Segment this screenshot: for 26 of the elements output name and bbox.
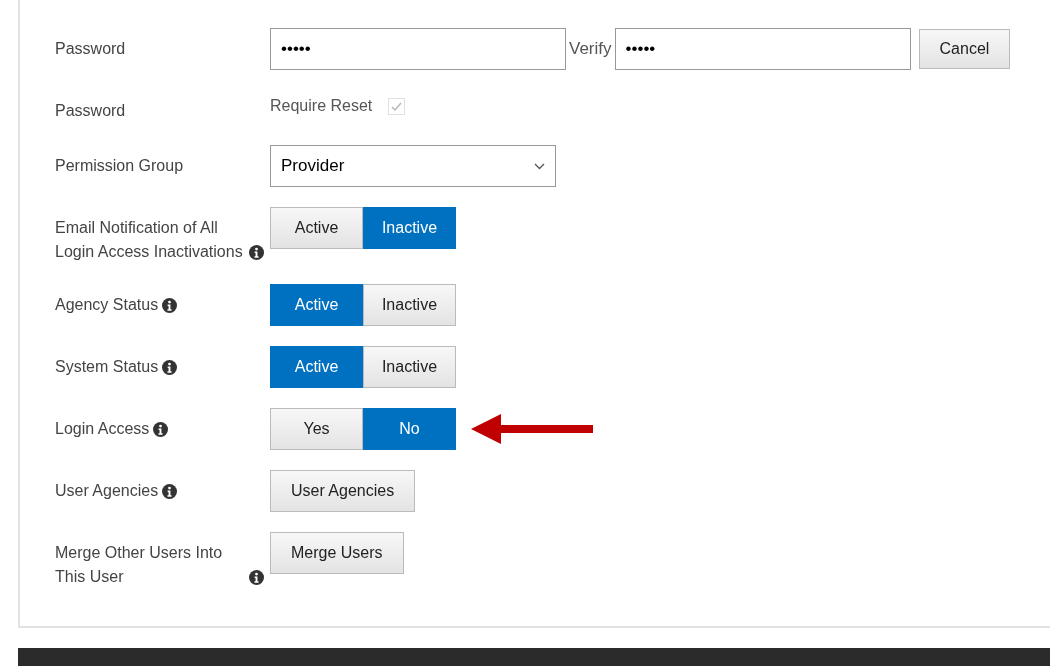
toggle-option[interactable]: Active: [270, 284, 363, 326]
toggle-option[interactable]: Inactive: [363, 346, 456, 388]
field-label: Password: [55, 39, 126, 59]
cancel-button[interactable]: Cancel: [918, 29, 1011, 69]
toggle-option[interactable]: Active: [270, 207, 363, 249]
password-field[interactable]: •••••: [270, 28, 566, 70]
toggle-option[interactable]: Inactive: [363, 284, 456, 326]
field-label: Agency Status: [55, 295, 159, 315]
field-label: Merge Other Users Into This User: [55, 543, 224, 587]
toggle-option[interactable]: Inactive: [363, 207, 456, 249]
field-label: Password: [55, 101, 126, 121]
action-button[interactable]: User Agencies: [270, 470, 416, 512]
field-label: Email Notification of All Login Access Inactivations: [55, 218, 244, 262]
chevron-down-icon: [534, 162, 545, 170]
field-label: Permission Group: [55, 156, 184, 176]
field-label: Login Access: [55, 419, 150, 439]
toggle-option[interactable]: Yes: [270, 408, 363, 450]
toggle-option[interactable]: Active: [270, 346, 363, 388]
field-label: System Status: [55, 357, 159, 377]
verify-label: Verify: [568, 38, 613, 60]
checkbox-label: Require Reset: [270, 96, 373, 116]
action-button[interactable]: Merge Users: [270, 532, 404, 574]
verify-field[interactable]: •••••: [614, 28, 911, 70]
toggle-option[interactable]: No: [363, 408, 456, 450]
select-field[interactable]: Provider: [270, 145, 556, 187]
field-label: User Agencies: [55, 481, 159, 501]
